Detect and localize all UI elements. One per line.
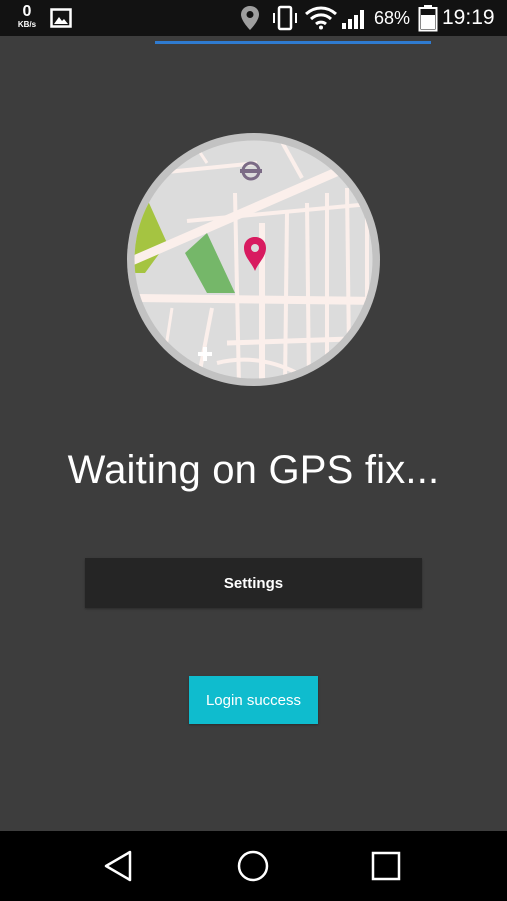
home-icon[interactable] bbox=[236, 849, 270, 883]
network-speed-value: 0 bbox=[22, 3, 32, 20]
clock: 19:19 bbox=[442, 6, 495, 29]
navigation-bar bbox=[0, 831, 507, 901]
gallery-icon bbox=[50, 8, 72, 28]
gps-status-message: Waiting on GPS fix... bbox=[67, 448, 440, 492]
recent-apps-icon[interactable] bbox=[370, 850, 402, 882]
network-speed: 0 KB/s bbox=[14, 4, 40, 29]
login-success-button[interactable]: Login success bbox=[189, 676, 318, 724]
network-speed-unit: KB/s bbox=[17, 20, 37, 29]
vibrate-icon bbox=[273, 5, 297, 31]
status-bar: 0 KB/s 68% 19:19 bbox=[0, 0, 507, 36]
map-pin-icon bbox=[127, 133, 380, 386]
wifi-icon bbox=[305, 6, 337, 30]
battery-icon bbox=[418, 5, 438, 32]
location-icon bbox=[241, 6, 259, 30]
signal-icon bbox=[342, 10, 364, 29]
battery-percent: 68% bbox=[374, 8, 411, 28]
back-icon[interactable] bbox=[102, 849, 136, 883]
settings-button[interactable]: Settings bbox=[85, 558, 422, 608]
progress-indicator bbox=[155, 41, 431, 44]
